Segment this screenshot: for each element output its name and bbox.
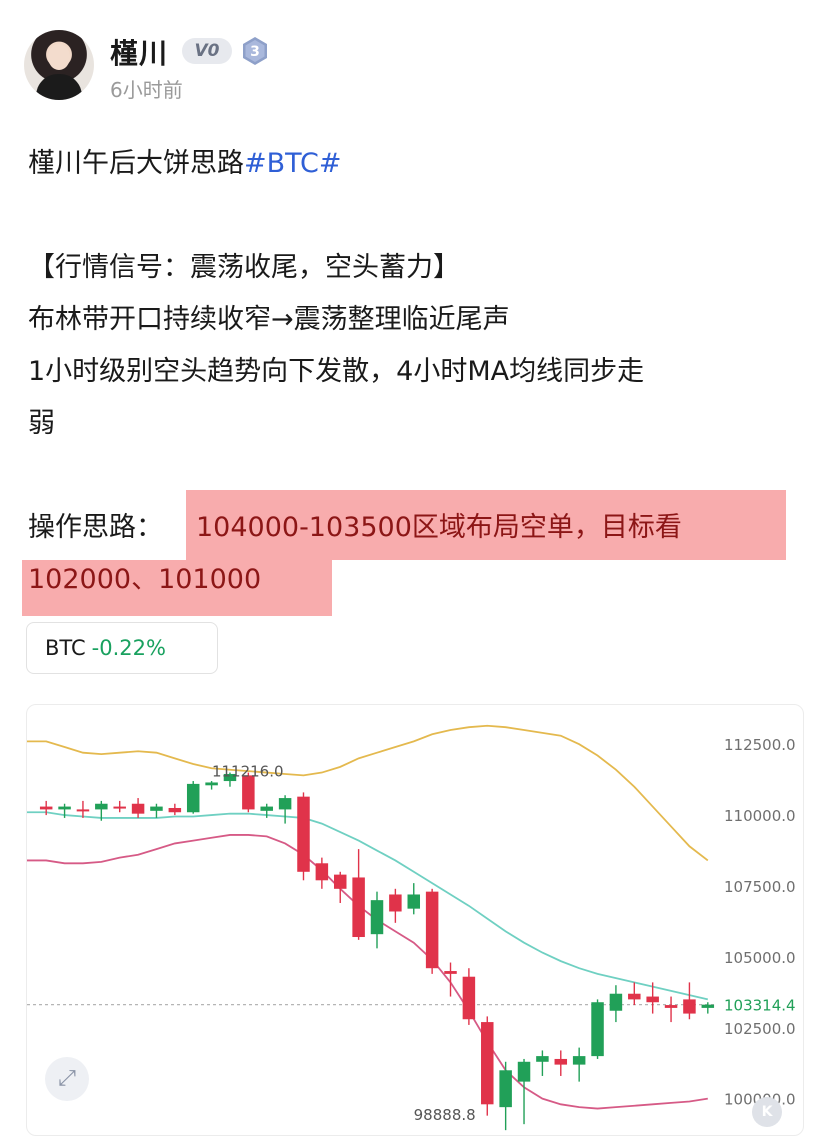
candle bbox=[609, 985, 623, 1023]
y-axis-tick-label: 112500.0 bbox=[724, 736, 796, 754]
candle-body bbox=[591, 1002, 604, 1057]
y-axis-tick-label: 105000.0 bbox=[724, 949, 796, 967]
ticker-change: -0.22% bbox=[91, 636, 166, 660]
candle bbox=[278, 795, 292, 824]
y-axis-tick-label: 107500.0 bbox=[724, 878, 796, 896]
bollinger-middle-line bbox=[27, 811, 709, 1001]
avatar[interactable] bbox=[24, 30, 94, 100]
candle bbox=[297, 792, 310, 881]
candle bbox=[389, 888, 402, 923]
candle-body bbox=[260, 806, 273, 811]
candle bbox=[628, 982, 641, 1006]
candle bbox=[481, 1016, 494, 1116]
candle-body bbox=[131, 803, 145, 814]
candle-body bbox=[628, 993, 641, 1000]
bollinger-lower-line bbox=[27, 834, 708, 1110]
candle-body bbox=[370, 900, 384, 935]
candle-body bbox=[609, 993, 623, 1011]
user-name[interactable]: 槿川 bbox=[110, 32, 168, 72]
post-title-text: 槿川午后大饼思路 bbox=[28, 148, 244, 179]
candle-body bbox=[407, 894, 421, 909]
candle bbox=[205, 781, 218, 790]
candle bbox=[664, 996, 678, 1023]
candle bbox=[407, 883, 421, 915]
candle-body bbox=[701, 1004, 715, 1008]
post-title: 槿川午后大饼思路#BTC# bbox=[28, 138, 342, 190]
candle-body bbox=[150, 806, 163, 811]
close-icon[interactable]: K bbox=[752, 1097, 782, 1127]
candle bbox=[701, 1002, 715, 1014]
hashtag-link[interactable]: #BTC# bbox=[244, 148, 342, 179]
candle-body bbox=[58, 806, 71, 810]
candle-body bbox=[76, 809, 90, 812]
candle bbox=[150, 803, 163, 818]
candle bbox=[315, 857, 329, 889]
candle-body bbox=[333, 874, 347, 889]
post-time: 6小时前 bbox=[110, 78, 183, 102]
plan-label: 操作思路： bbox=[28, 512, 163, 543]
candle-body bbox=[168, 807, 182, 813]
level-badge-icon: 3 bbox=[243, 37, 267, 65]
candle-body bbox=[205, 782, 218, 786]
plan-highlight-2: 102000、101000 bbox=[28, 564, 262, 595]
candle bbox=[444, 962, 457, 997]
analysis-line-3: 弱 bbox=[28, 408, 55, 439]
candle bbox=[168, 803, 182, 816]
bollinger-upper-line bbox=[27, 724, 709, 862]
y-axis-tick-label: 102500.0 bbox=[724, 1020, 796, 1038]
y-axis-tick-label: 110000.0 bbox=[724, 807, 796, 825]
candle-body bbox=[186, 783, 200, 813]
level-badge-text: 3 bbox=[250, 44, 260, 60]
high-price-label: 111216.0 bbox=[212, 763, 284, 781]
analysis-line-1: 布林带开口持续收窄→震荡整理临近尾声 bbox=[28, 304, 510, 335]
ticker-symbol: BTC bbox=[45, 636, 86, 660]
candle bbox=[352, 849, 365, 940]
candle bbox=[186, 781, 200, 814]
candle-body bbox=[554, 1058, 568, 1065]
candle bbox=[683, 982, 696, 1020]
current-price-label: 103314.4 bbox=[724, 997, 796, 1015]
candle-body bbox=[352, 877, 365, 938]
candle-body bbox=[499, 1070, 512, 1108]
candle-body bbox=[39, 806, 53, 810]
candle bbox=[113, 800, 126, 813]
signal-line: 【行情信号：震荡收尾，空头蓄力】 bbox=[28, 252, 460, 283]
price-chart-card[interactable]: 112500.0 110000.0 107500.0 105000.0 103314.4… bbox=[26, 704, 804, 1136]
candle-body bbox=[572, 1056, 586, 1065]
candle-body bbox=[646, 996, 659, 1003]
candle-body bbox=[315, 863, 329, 881]
candle bbox=[131, 798, 145, 818]
candle bbox=[554, 1050, 568, 1076]
candle bbox=[462, 968, 476, 1025]
ticker-chip[interactable]: BTC -0.22% bbox=[26, 622, 218, 674]
plan-highlight-1: 104000-103500区域布局空单，目标看 bbox=[196, 512, 682, 543]
analysis-line-2: 1小时级别空头趋势向下发散，4小时MA均线同步走 bbox=[28, 356, 645, 387]
candle-body bbox=[113, 806, 126, 809]
candle bbox=[536, 1050, 549, 1076]
candle-body bbox=[517, 1061, 531, 1082]
candle-body bbox=[425, 891, 439, 969]
candle bbox=[517, 1058, 531, 1125]
candle bbox=[370, 891, 384, 949]
candle bbox=[591, 999, 604, 1059]
candle-body bbox=[462, 976, 476, 1020]
post-header: 槿川 V0 3 6小时前 bbox=[24, 26, 804, 106]
candle bbox=[499, 1061, 512, 1131]
vip-badge: V0 bbox=[182, 38, 232, 64]
low-price-label: 98888.8 bbox=[414, 1106, 476, 1124]
candle-body bbox=[664, 1005, 678, 1008]
candle-body bbox=[95, 803, 108, 810]
candle-body bbox=[683, 999, 696, 1014]
candle-body bbox=[389, 894, 402, 912]
candle-body bbox=[444, 971, 457, 974]
expand-icon[interactable]: ⤢ bbox=[45, 1057, 89, 1101]
candlestick-chart: 112500.0 110000.0 107500.0 105000.0 103314.4… bbox=[27, 724, 796, 1131]
candle-body bbox=[536, 1056, 549, 1062]
candle bbox=[572, 1047, 586, 1082]
candle bbox=[425, 888, 439, 974]
candle-body bbox=[297, 796, 310, 872]
candle bbox=[333, 871, 347, 903]
candle-body bbox=[481, 1022, 494, 1105]
candle-body bbox=[278, 798, 292, 810]
